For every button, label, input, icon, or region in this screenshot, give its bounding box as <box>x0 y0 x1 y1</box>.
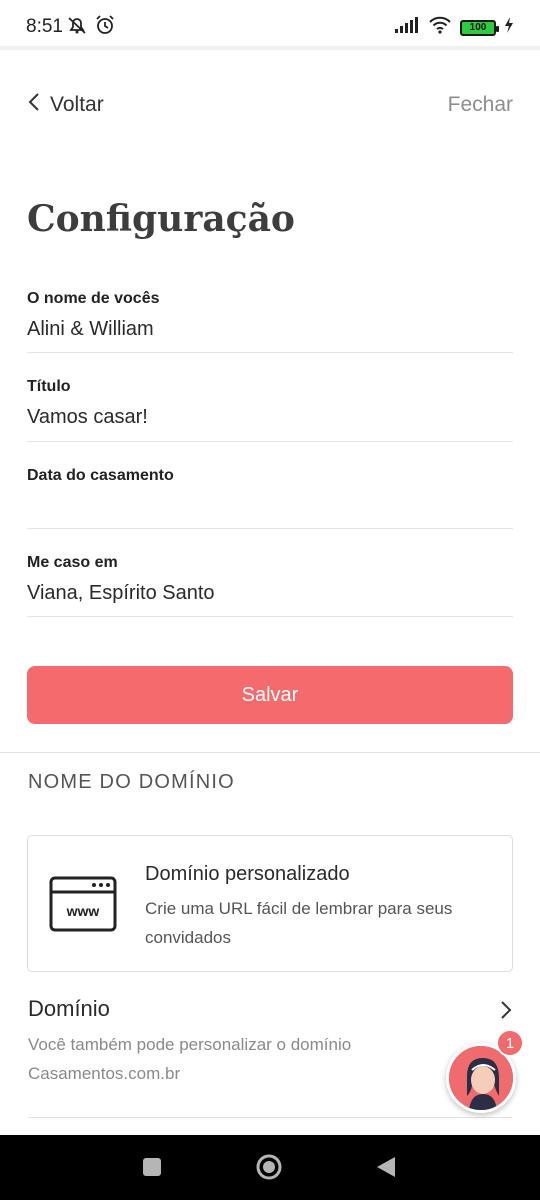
card-description: Crie uma URL fácil de lembrar para seus … <box>145 899 453 947</box>
status-time: 8:51 <box>26 16 63 37</box>
field-label: Título <box>27 378 71 395</box>
field-value[interactable]: Alini & William <box>27 318 513 341</box>
page-title: Configuração <box>27 198 295 240</box>
chevron-right-icon <box>500 1000 512 1025</box>
couple-name-field[interactable]: O nome de vocês Alini & William <box>27 290 513 353</box>
field-value[interactable]: Viana, Espírito Santo <box>27 582 513 605</box>
back-label: Voltar <box>50 93 104 116</box>
save-button[interactable]: Salvar <box>27 666 513 724</box>
assistant-avatar-button[interactable]: 1 <box>446 1029 524 1113</box>
notification-badge: 1 <box>496 1029 524 1057</box>
battery-icon: 100 <box>460 19 499 36</box>
field-label: Me caso em <box>27 554 118 571</box>
status-divider <box>0 46 540 50</box>
title-field[interactable]: Título Vamos casar! <box>27 378 513 442</box>
domain-row[interactable]: Domínio Você também pode personalizar o … <box>28 996 514 1096</box>
recents-icon[interactable] <box>143 1158 161 1181</box>
home-icon[interactable] <box>256 1154 282 1185</box>
back-nav-icon[interactable] <box>376 1156 396 1183</box>
charging-icon <box>504 17 514 38</box>
section-title: NOME DO DOMÍNIO <box>28 771 235 793</box>
close-button[interactable]: Fechar <box>448 93 513 117</box>
section-divider <box>0 752 540 753</box>
chevron-left-icon <box>28 92 40 118</box>
field-label: O nome de vocês <box>27 290 160 307</box>
back-button[interactable]: Voltar <box>28 92 104 118</box>
status-bar: 8:51 100 <box>0 0 540 50</box>
wedding-location-field[interactable]: Me caso em Viana, Espírito Santo <box>27 554 513 617</box>
field-value[interactable]: Vamos casar! <box>27 406 513 429</box>
domain-title: Domínio <box>28 996 110 1021</box>
wifi-icon <box>428 16 452 39</box>
alarm-icon <box>94 14 116 41</box>
wedding-date-field[interactable]: Data do casamento <box>27 467 513 529</box>
domain-description: Você também pode personalizar o domínio … <box>28 1035 352 1083</box>
system-nav-bar <box>0 1135 540 1200</box>
field-label: Data do casamento <box>27 467 174 484</box>
svg-text:www: www <box>66 903 100 919</box>
card-title: Domínio personalizado <box>145 863 350 885</box>
signal-icon <box>394 17 420 38</box>
notifications-muted-icon <box>66 14 88 41</box>
browser-www-icon: www <box>49 876 117 937</box>
row-divider <box>28 1117 512 1118</box>
custom-domain-card[interactable]: www Domínio personalizado Crie uma URL f… <box>27 835 513 972</box>
